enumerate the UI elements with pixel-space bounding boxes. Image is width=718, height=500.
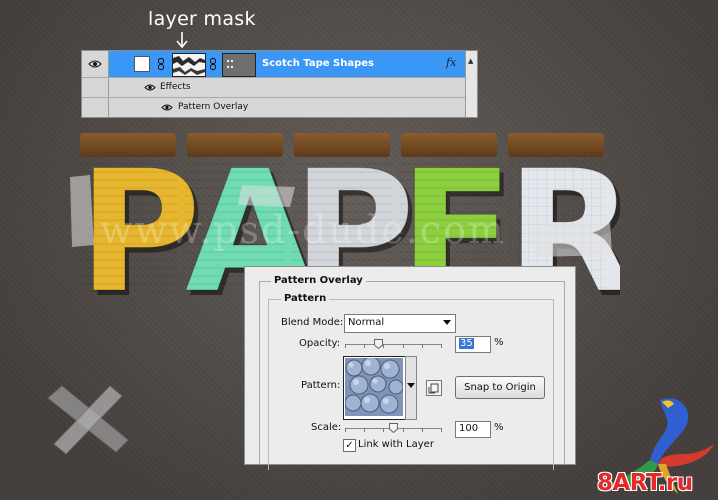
scroll-up-arrow-icon[interactable]: ▲	[468, 57, 473, 65]
eye-icon	[88, 60, 102, 68]
layer-mask-thumbnail[interactable]	[172, 53, 206, 77]
site-logo-text: 8ART.ru	[597, 470, 693, 496]
slider-tick	[364, 344, 366, 348]
opacity-slider[interactable]	[345, 344, 442, 348]
slider-tick	[383, 428, 385, 432]
chevron-down-icon	[407, 383, 415, 388]
new-preset-icon	[428, 383, 439, 394]
scale-input[interactable]: 100	[455, 421, 491, 438]
wooden-cap	[294, 133, 390, 157]
opacity-input[interactable]: 35	[455, 336, 491, 353]
slider-tick	[345, 344, 346, 348]
chevron-down-icon	[443, 320, 451, 325]
visibility-toggle[interactable]	[82, 51, 109, 77]
opacity-label: Opacity:	[299, 338, 341, 349]
vector-mask-thumbnail[interactable]	[222, 53, 256, 77]
fx-icon[interactable]: fx	[446, 56, 456, 69]
link-with-layer-checkbox[interactable]: ✓	[343, 439, 356, 452]
pattern-overlay-effect-row[interactable]: Pattern Overlay	[82, 97, 477, 117]
watermark-text: www.psd-dude.com	[100, 208, 506, 252]
eye-icon[interactable]	[161, 104, 173, 111]
layer-row-scotch-tape-shapes[interactable]: Scotch Tape Shapes fx	[82, 51, 477, 77]
blend-mode-value: Normal	[348, 317, 385, 328]
opacity-unit: %	[494, 337, 504, 348]
scale-label: Scale:	[311, 422, 342, 433]
slider-tick	[364, 428, 366, 432]
scrollbar[interactable]: ▲	[465, 51, 477, 117]
slider-tick	[421, 428, 423, 432]
eye-icon[interactable]	[144, 84, 156, 91]
pattern-overlay-label: Pattern Overlay	[178, 102, 249, 112]
wooden-cap	[401, 133, 497, 157]
chain-link-icon[interactable]	[210, 58, 216, 70]
dialog-title: Pattern Overlay	[271, 275, 366, 286]
tape-cross-decoration	[47, 385, 129, 455]
slider-tick	[402, 344, 404, 348]
pattern-label: Pattern:	[301, 380, 341, 391]
effects-label: Effects	[160, 82, 191, 92]
section-title: Pattern	[281, 293, 330, 304]
new-preset-button[interactable]	[426, 380, 442, 396]
scale-slider-thumb[interactable]	[388, 423, 398, 433]
slider-tick	[421, 344, 423, 348]
pattern-preview[interactable]	[343, 356, 407, 420]
snap-to-origin-button[interactable]: Snap to Origin	[455, 376, 545, 399]
opacity-slider-thumb[interactable]	[374, 339, 384, 349]
wooden-cap	[187, 133, 283, 157]
pattern-picker-dropdown[interactable]	[405, 356, 417, 420]
layer-effects-row[interactable]: Effects	[82, 77, 477, 98]
checkmark-icon: ✓	[345, 440, 354, 451]
slider-tick	[402, 428, 404, 432]
pattern-overlay-dialog: Pattern Overlay Pattern Blend Mode: Norm…	[244, 266, 576, 470]
wooden-cap	[508, 133, 604, 157]
slider-tick	[441, 344, 442, 348]
slider-tick	[345, 428, 346, 432]
scale-unit: %	[494, 422, 504, 433]
blend-mode-label: Blend Mode:	[281, 317, 344, 328]
layers-panel: Scotch Tape Shapes fx Effects Pattern Ov…	[81, 50, 478, 118]
link-with-layer-label[interactable]: Link with Layer	[358, 439, 434, 450]
slider-tick	[441, 428, 442, 432]
blend-mode-select[interactable]: Normal	[344, 314, 456, 333]
chain-link-icon[interactable]	[158, 58, 164, 70]
down-arrow-icon	[176, 32, 188, 49]
wooden-cap	[80, 133, 176, 157]
layer-name[interactable]: Scotch Tape Shapes	[262, 58, 374, 69]
layer-mask-caption: layer mask	[148, 8, 256, 30]
layer-color-thumbnail[interactable]	[134, 56, 150, 72]
slider-tick	[383, 344, 385, 348]
